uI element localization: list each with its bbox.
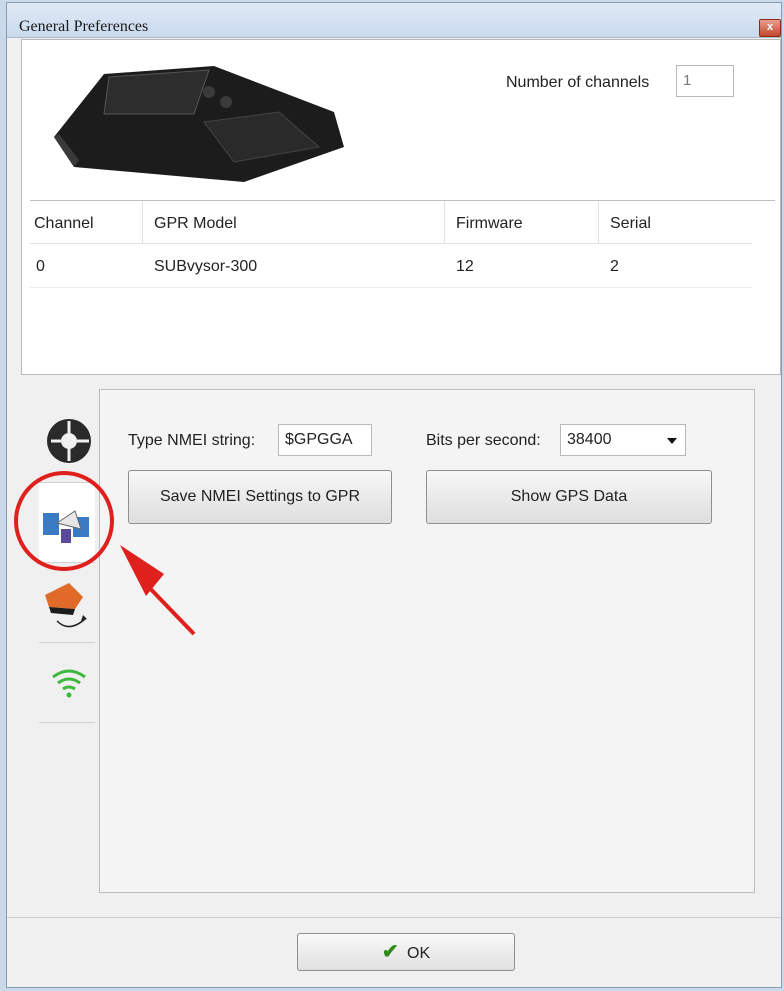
chevron-down-icon xyxy=(667,438,677,444)
table-header: Channel GPR Model Firmware Serial xyxy=(30,201,752,244)
tab-gps[interactable] xyxy=(39,483,95,563)
wifi-icon xyxy=(52,669,86,698)
column-header-firmware[interactable]: Firmware xyxy=(456,215,523,243)
device-info-panel: Number of channels 1 Channel GPR Model F… xyxy=(21,39,781,375)
cell-serial: 2 xyxy=(610,258,619,275)
settings-tab-strip xyxy=(39,403,95,725)
nmea-label: Type NMEI string: xyxy=(128,432,256,449)
cell-firmware: 12 xyxy=(456,258,474,275)
column-header-model[interactable]: GPR Model xyxy=(154,215,237,243)
title-bar: General Preferences x xyxy=(7,3,781,38)
channels-label: Number of channels xyxy=(506,74,650,91)
ok-button[interactable]: ✔ OK xyxy=(297,933,515,971)
channel-table: Channel GPR Model Firmware Serial 0 SUBv… xyxy=(30,200,775,375)
check-icon: ✔ xyxy=(381,941,399,963)
table-row[interactable]: 0 SUBvysor-300 12 2 xyxy=(30,245,752,288)
save-nmea-settings-button[interactable]: Save NMEI Settings to GPR xyxy=(128,470,392,524)
bps-select[interactable]: 38400 xyxy=(560,424,686,456)
show-gps-data-button[interactable]: Show GPS Data xyxy=(426,470,712,524)
gpr-device-image xyxy=(54,66,344,182)
column-header-channel[interactable]: Channel xyxy=(34,215,94,243)
gps-settings-panel: Type NMEI string: $GPGGA Bits per second… xyxy=(99,389,755,893)
close-button[interactable]: x xyxy=(759,19,781,37)
cell-channel: 0 xyxy=(36,258,45,275)
window-title: General Preferences xyxy=(19,18,149,35)
tab-wheel[interactable] xyxy=(39,403,95,483)
tab-wireless[interactable] xyxy=(39,643,95,723)
gps-satellite-icon xyxy=(43,510,89,543)
wheel-icon xyxy=(47,419,91,463)
channels-input[interactable]: 1 xyxy=(676,65,734,97)
device-sync-icon xyxy=(45,583,87,628)
bps-value: 38400 xyxy=(567,431,612,448)
bps-label: Bits per second: xyxy=(426,432,541,449)
column-header-serial[interactable]: Serial xyxy=(610,215,651,243)
ok-label: OK xyxy=(407,945,431,962)
tab-device-sync[interactable] xyxy=(39,563,95,643)
general-preferences-window: General Preferences x Number of channels… xyxy=(6,2,782,988)
nmea-input[interactable]: $GPGGA xyxy=(278,424,372,456)
cell-model: SUBvysor-300 xyxy=(154,258,258,275)
footer-divider xyxy=(7,917,781,918)
